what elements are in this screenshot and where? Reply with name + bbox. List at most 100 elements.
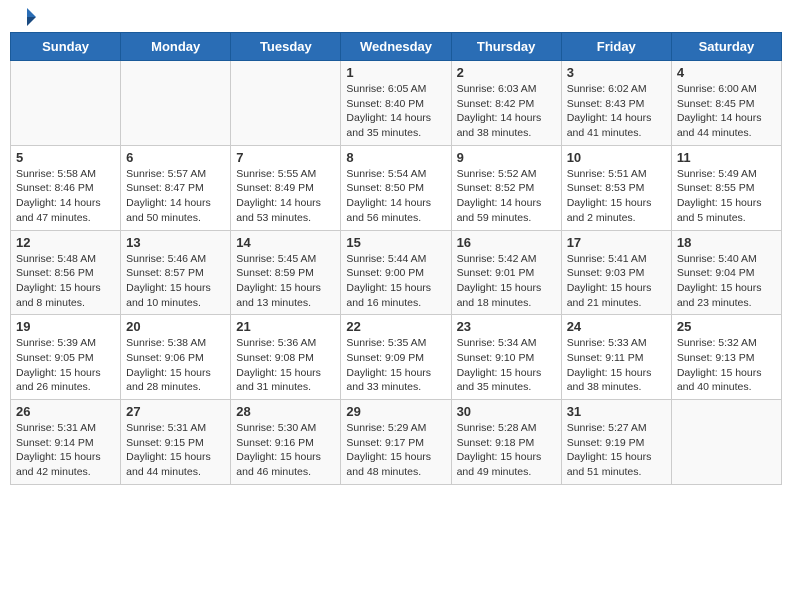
logo: [14, 10, 38, 22]
day-info: Sunrise: 6:05 AM Sunset: 8:40 PM Dayligh…: [346, 82, 445, 141]
calendar-day-cell: 29 Sunrise: 5:29 AM Sunset: 9:17 PM Dayli…: [341, 400, 451, 485]
day-number: 1: [346, 65, 445, 80]
day-number: 25: [677, 319, 776, 334]
calendar-day-cell: 20 Sunrise: 5:38 AM Sunset: 9:06 PM Dayli…: [121, 315, 231, 400]
day-info: Sunrise: 5:49 AM Sunset: 8:55 PM Dayligh…: [677, 167, 776, 226]
day-info: Sunrise: 5:31 AM Sunset: 9:15 PM Dayligh…: [126, 421, 225, 480]
day-number: 15: [346, 235, 445, 250]
day-number: 9: [457, 150, 556, 165]
day-number: 8: [346, 150, 445, 165]
calendar-day-cell: 3 Sunrise: 6:02 AM Sunset: 8:43 PM Daylig…: [561, 61, 671, 146]
day-info: Sunrise: 5:41 AM Sunset: 9:03 PM Dayligh…: [567, 252, 666, 311]
day-number: 2: [457, 65, 556, 80]
day-number: 30: [457, 404, 556, 419]
calendar-day-cell: 21Sunrise: 5:36 AM Sunset: 9:08 PM Dayli…: [231, 315, 341, 400]
calendar-day-cell: 1 Sunrise: 6:05 AM Sunset: 8:40 PM Daylig…: [341, 61, 451, 146]
day-info: Sunrise: 5:29 AM Sunset: 9:17 PM Dayligh…: [346, 421, 445, 480]
day-info: Sunrise: 5:27 AM Sunset: 9:19 PM Dayligh…: [567, 421, 666, 480]
weekday-header-saturday: Saturday: [671, 33, 781, 61]
day-number: 26: [16, 404, 115, 419]
day-info: Sunrise: 5:31 AM Sunset: 9:14 PM Dayligh…: [16, 421, 115, 480]
calendar-day-cell: 2 Sunrise: 6:03 AM Sunset: 8:42 PM Daylig…: [451, 61, 561, 146]
calendar-week-row: 26 Sunrise: 5:31 AM Sunset: 9:14 PM Dayli…: [11, 400, 782, 485]
day-number: 17: [567, 235, 666, 250]
calendar-day-cell: 26 Sunrise: 5:31 AM Sunset: 9:14 PM Dayli…: [11, 400, 121, 485]
day-number: 29: [346, 404, 445, 419]
day-info: Sunrise: 5:48 AM Sunset: 8:56 PM Dayligh…: [16, 252, 115, 311]
day-number: 16: [457, 235, 556, 250]
calendar-day-cell: 28 Sunrise: 5:30 AM Sunset: 9:16 PM Dayli…: [231, 400, 341, 485]
calendar-day-cell: 22 Sunrise: 5:35 AM Sunset: 9:09 PM Dayli…: [341, 315, 451, 400]
weekday-header-wednesday: Wednesday: [341, 33, 451, 61]
calendar-day-cell: 17 Sunrise: 5:41 AM Sunset: 9:03 PM Dayli…: [561, 230, 671, 315]
calendar-day-cell: 8 Sunrise: 5:54 AM Sunset: 8:50 PM Daylig…: [341, 145, 451, 230]
calendar-day-cell: [671, 400, 781, 485]
day-number: 24: [567, 319, 666, 334]
day-info: Sunrise: 5:52 AM Sunset: 8:52 PM Dayligh…: [457, 167, 556, 226]
day-info: Sunrise: 6:03 AM Sunset: 8:42 PM Dayligh…: [457, 82, 556, 141]
day-number: 22: [346, 319, 445, 334]
calendar-day-cell: 19 Sunrise: 5:39 AM Sunset: 9:05 PM Dayli…: [11, 315, 121, 400]
day-number: 7: [236, 150, 335, 165]
weekday-header-thursday: Thursday: [451, 33, 561, 61]
calendar-day-cell: 15 Sunrise: 5:44 AM Sunset: 9:00 PM Dayli…: [341, 230, 451, 315]
calendar-day-cell: 9 Sunrise: 5:52 AM Sunset: 8:52 PM Daylig…: [451, 145, 561, 230]
calendar-week-row: 19 Sunrise: 5:39 AM Sunset: 9:05 PM Dayli…: [11, 315, 782, 400]
calendar-week-row: 5Sunrise: 5:58 AM Sunset: 8:46 PM Daylig…: [11, 145, 782, 230]
day-number: 28: [236, 404, 335, 419]
day-info: Sunrise: 5:45 AM Sunset: 8:59 PM Dayligh…: [236, 252, 335, 311]
calendar-day-cell: [11, 61, 121, 146]
calendar-day-cell: 23 Sunrise: 5:34 AM Sunset: 9:10 PM Dayli…: [451, 315, 561, 400]
day-info: Sunrise: 5:40 AM Sunset: 9:04 PM Dayligh…: [677, 252, 776, 311]
calendar-day-cell: 5Sunrise: 5:58 AM Sunset: 8:46 PM Daylig…: [11, 145, 121, 230]
day-number: 11: [677, 150, 776, 165]
day-number: 3: [567, 65, 666, 80]
calendar-day-cell: 6 Sunrise: 5:57 AM Sunset: 8:47 PM Daylig…: [121, 145, 231, 230]
weekday-header-friday: Friday: [561, 33, 671, 61]
day-number: 6: [126, 150, 225, 165]
day-info: Sunrise: 6:00 AM Sunset: 8:45 PM Dayligh…: [677, 82, 776, 141]
calendar-week-row: 1 Sunrise: 6:05 AM Sunset: 8:40 PM Daylig…: [11, 61, 782, 146]
day-info: Sunrise: 5:33 AM Sunset: 9:11 PM Dayligh…: [567, 336, 666, 395]
calendar-day-cell: 18 Sunrise: 5:40 AM Sunset: 9:04 PM Dayli…: [671, 230, 781, 315]
calendar-day-cell: 12 Sunrise: 5:48 AM Sunset: 8:56 PM Dayli…: [11, 230, 121, 315]
day-number: 12: [16, 235, 115, 250]
calendar-day-cell: 11 Sunrise: 5:49 AM Sunset: 8:55 PM Dayli…: [671, 145, 781, 230]
day-number: 19: [16, 319, 115, 334]
day-info: Sunrise: 5:57 AM Sunset: 8:47 PM Dayligh…: [126, 167, 225, 226]
day-info: Sunrise: 5:32 AM Sunset: 9:13 PM Dayligh…: [677, 336, 776, 395]
calendar-day-cell: 25 Sunrise: 5:32 AM Sunset: 9:13 PM Dayli…: [671, 315, 781, 400]
day-number: 23: [457, 319, 556, 334]
day-info: Sunrise: 5:44 AM Sunset: 9:00 PM Dayligh…: [346, 252, 445, 311]
calendar-day-cell: [231, 61, 341, 146]
calendar-day-cell: 27Sunrise: 5:31 AM Sunset: 9:15 PM Dayli…: [121, 400, 231, 485]
calendar-day-cell: 16Sunrise: 5:42 AM Sunset: 9:01 PM Dayli…: [451, 230, 561, 315]
calendar-day-cell: 4Sunrise: 6:00 AM Sunset: 8:45 PM Daylig…: [671, 61, 781, 146]
day-number: 14: [236, 235, 335, 250]
page-header: [10, 10, 782, 22]
calendar-day-cell: 30 Sunrise: 5:28 AM Sunset: 9:18 PM Dayli…: [451, 400, 561, 485]
weekday-header-sunday: Sunday: [11, 33, 121, 61]
weekday-header-row: SundayMondayTuesdayWednesdayThursdayFrid…: [11, 33, 782, 61]
day-info: Sunrise: 5:28 AM Sunset: 9:18 PM Dayligh…: [457, 421, 556, 480]
weekday-header-monday: Monday: [121, 33, 231, 61]
day-info: Sunrise: 5:30 AM Sunset: 9:16 PM Dayligh…: [236, 421, 335, 480]
day-info: Sunrise: 5:34 AM Sunset: 9:10 PM Dayligh…: [457, 336, 556, 395]
calendar-table: SundayMondayTuesdayWednesdayThursdayFrid…: [10, 32, 782, 485]
day-info: Sunrise: 5:38 AM Sunset: 9:06 PM Dayligh…: [126, 336, 225, 395]
day-number: 18: [677, 235, 776, 250]
day-info: Sunrise: 5:51 AM Sunset: 8:53 PM Dayligh…: [567, 167, 666, 226]
calendar-day-cell: 24 Sunrise: 5:33 AM Sunset: 9:11 PM Dayli…: [561, 315, 671, 400]
calendar-day-cell: 31Sunrise: 5:27 AM Sunset: 9:19 PM Dayli…: [561, 400, 671, 485]
day-number: 20: [126, 319, 225, 334]
day-number: 10: [567, 150, 666, 165]
day-info: Sunrise: 5:39 AM Sunset: 9:05 PM Dayligh…: [16, 336, 115, 395]
calendar-day-cell: 7Sunrise: 5:55 AM Sunset: 8:49 PM Daylig…: [231, 145, 341, 230]
weekday-header-tuesday: Tuesday: [231, 33, 341, 61]
day-info: Sunrise: 5:54 AM Sunset: 8:50 PM Dayligh…: [346, 167, 445, 226]
day-info: Sunrise: 6:02 AM Sunset: 8:43 PM Dayligh…: [567, 82, 666, 141]
logo-flag-icon: [16, 6, 38, 28]
day-info: Sunrise: 5:58 AM Sunset: 8:46 PM Dayligh…: [16, 167, 115, 226]
day-info: Sunrise: 5:35 AM Sunset: 9:09 PM Dayligh…: [346, 336, 445, 395]
calendar-day-cell: 14 Sunrise: 5:45 AM Sunset: 8:59 PM Dayli…: [231, 230, 341, 315]
